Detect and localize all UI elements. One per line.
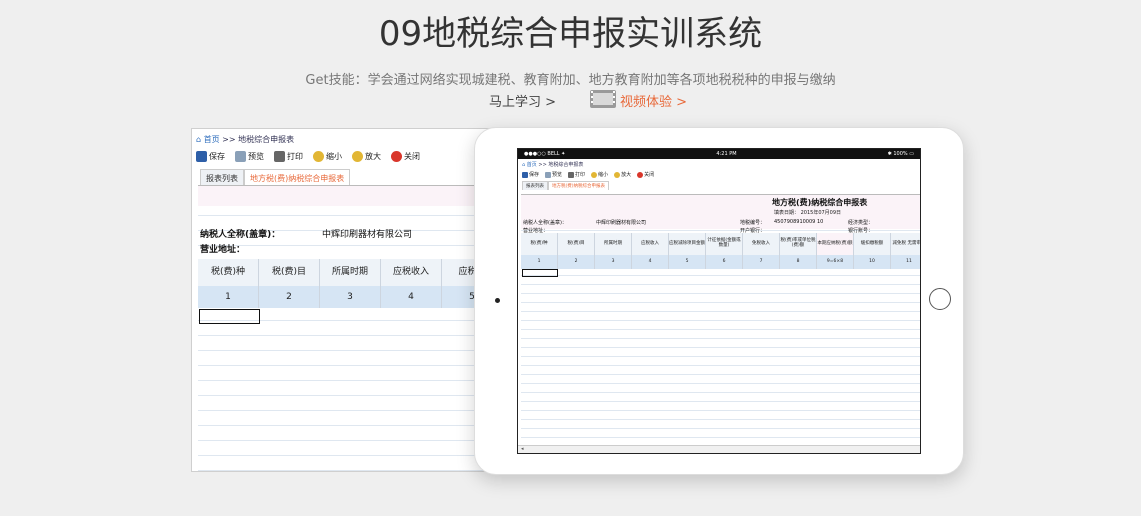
preview-icon [235,151,246,162]
zoom-in-button[interactable]: 放大 [614,171,631,178]
print-icon [274,151,285,162]
preview-button[interactable]: 预览 [235,151,264,162]
column-number: 5 [669,255,706,269]
table-header: 税(费)种 税(费)目 所属时期 应税收入 应税减 [198,259,490,286]
zoom-out-button[interactable]: 缩小 [313,151,342,162]
save-button[interactable]: 保存 [196,151,225,162]
selected-cell[interactable] [199,309,260,324]
column-header: 所属时期 [320,259,381,286]
address-label: 营业地址： [200,245,246,255]
tab-bar: 报表列表 地方税(费)纳税综合申报表 [518,179,920,190]
close-button[interactable]: 关闭 [637,171,654,178]
column-header: 所属时期 [595,233,632,255]
breadcrumb: ⌂ 首页 >> 地税综合申报表 [196,134,294,145]
tax-code-label: 地税编号： [740,220,766,226]
econ-type-label: 经济类型： [848,220,874,226]
column-header: 缓扣缴税额 [854,233,891,255]
column-header: 应税收入 [632,233,669,255]
form-title: 地方税(费)纳税综合申报表 [772,198,868,207]
table-header: 税(费)种 税(费)目 所属时期 应税收入 应税减除项目金额 计征依据(金额或数… [521,233,920,255]
column-number: 11 [891,255,920,269]
breadcrumb-current: >> 地税综合申报表 [222,135,295,144]
zoom-out-button[interactable]: 缩小 [591,171,608,178]
preview-button[interactable]: 预览 [545,171,562,178]
tablet-device: ●●●○○ BELL ✦ 4:21 PM ✱ 100% ▭ ⌂ 首页 >> 地税… [474,127,964,475]
hero-description: Get技能：学会通过网络实现城建税、教育附加、地方教育附加等各项地税税种的申报与… [305,73,836,88]
column-number: 3 [595,255,632,269]
column-number: 4 [381,286,442,308]
column-number: 4 [632,255,669,269]
close-button[interactable]: 关闭 [391,151,420,162]
column-number: 10 [854,255,891,269]
page-title: 09地税综合申报实训系统 [378,14,763,54]
taxpayer-value: 中辉印刷器材有限公司 [322,230,413,240]
home-icon: ⌂ [522,162,526,168]
home-icon: ⌂ [196,135,202,144]
column-number-row: 1 2 3 4 5 [198,286,490,308]
desktop-screenshot: ⌂ 首页 >> 地税综合申报表 保存 预览 打印 缩小 放大 关闭 报表列表 地… [191,128,491,472]
taxpayer-label: 纳税人全称(盖章)： [200,230,281,240]
column-number: 2 [259,286,320,308]
close-icon [391,151,402,162]
learn-now-link[interactable]: 马上学习 > [489,91,556,110]
preview-icon [545,171,552,178]
zoom-in-icon [352,151,363,162]
pink-band [198,186,490,206]
zoom-out-icon [313,151,324,162]
taxpayer-value: 中辉印刷器材有限公司 [596,220,647,226]
tax-code-value: 4507908910009 10 [774,219,824,225]
tab-tax-form[interactable]: 地方税(费)纳税综合申报表 [548,181,610,190]
breadcrumb-home[interactable]: 首页 [204,135,220,144]
carrier-status: ●●●○○ BELL ✦ [524,151,566,157]
selected-cell[interactable] [522,269,558,277]
tablet-screen: ●●●○○ BELL ✦ 4:21 PM ✱ 100% ▭ ⌂ 首页 >> 地税… [517,148,921,454]
save-button[interactable]: 保存 [522,171,539,178]
breadcrumb: ⌂ 首页 >> 地税综合申报表 [518,159,920,170]
zoom-out-icon [591,171,598,178]
toolbar: 保存 预览 打印 缩小 放大 关闭 [518,170,920,179]
column-header: 应税收入 [381,259,442,286]
column-header: 计征依据(金额或数量) [706,233,743,255]
column-header: 免税收入 [743,233,780,255]
save-icon [196,151,207,162]
home-button [929,288,951,310]
battery-status: ✱ 100% ▭ [887,151,914,157]
close-icon [637,171,644,178]
column-header: 税(费)率或单位税(费)额 [780,233,817,255]
column-number: 1 [198,286,259,308]
column-header: 税(费)种 [198,259,259,286]
column-header: 本期应纳税(费)额 [817,233,854,255]
column-number: 2 [558,255,595,269]
toolbar: 保存 预览 打印 缩小 放大 关闭 [196,151,420,162]
tab-report-list[interactable]: 报表列表 [522,181,548,190]
print-icon [568,171,575,178]
save-icon [522,171,528,178]
column-number: 3 [320,286,381,308]
film-video-icon[interactable] [589,88,617,110]
column-number: 7 [743,255,780,269]
column-number: 9=6×8 [817,255,854,269]
column-number: 8 [780,255,817,269]
print-button[interactable]: 打印 [274,151,303,162]
video-demo-link[interactable]: 视频体验 > [620,91,687,110]
zoom-in-button[interactable]: 放大 [352,151,381,162]
horizontal-scrollbar[interactable]: ◂ [518,445,920,453]
taxpayer-label: 纳税人全称(盖章)： [523,220,567,226]
column-header: 税(费)目 [259,259,320,286]
column-header: 税(费)目 [558,233,595,255]
status-bar: ●●●○○ BELL ✦ 4:21 PM ✱ 100% ▭ [518,149,920,159]
print-button[interactable]: 打印 [568,171,585,178]
breadcrumb-home[interactable]: 首页 [527,162,537,168]
camera-dot [495,298,500,303]
fill-date: 填表日期： 2015年07月09日 [774,210,842,216]
column-header: 应税减除项目金额 [669,233,706,255]
column-header: 税(费)种 [521,233,558,255]
zoom-in-icon [614,171,621,178]
status-time: 4:21 PM [716,151,737,157]
column-number: 1 [521,255,558,269]
column-number-row: 1 2 3 4 5 6 7 8 9=6×8 10 11 [521,255,920,269]
column-number: 6 [706,255,743,269]
breadcrumb-current: >> 地税综合申报表 [538,162,584,168]
column-header: 减免税 无需审批 [891,233,920,255]
